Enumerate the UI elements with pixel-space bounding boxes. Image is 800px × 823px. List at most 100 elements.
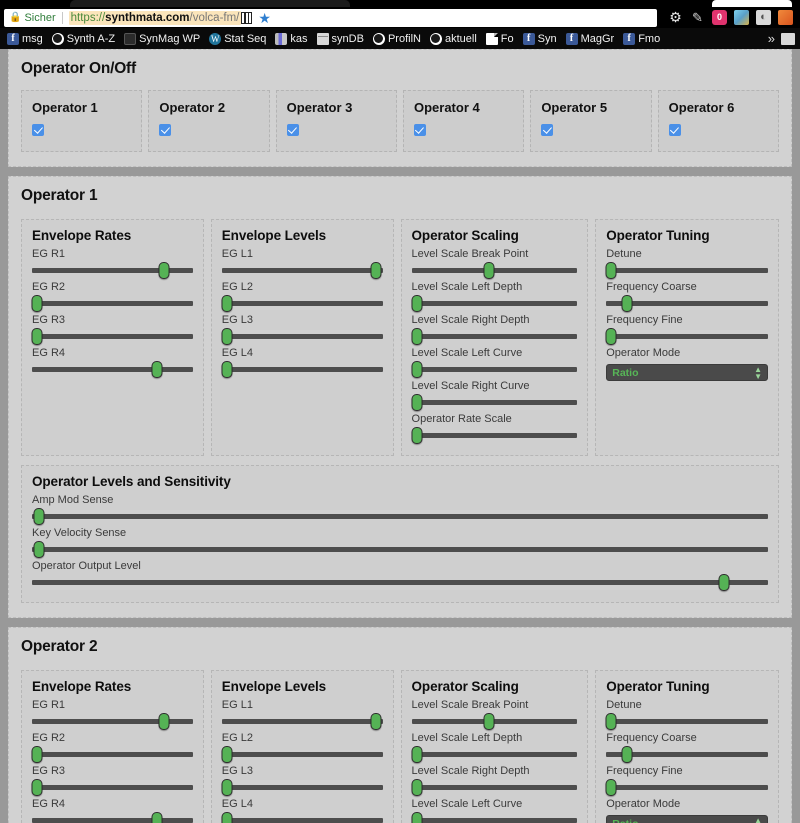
slider-eg-l2[interactable] (221, 746, 383, 763)
slider-thumb[interactable] (621, 746, 633, 763)
operator-toggle-4[interactable]: Operator 4 (402, 90, 525, 152)
slider-eg-l2[interactable] (221, 295, 383, 312)
slider-thumb[interactable] (605, 262, 617, 279)
operator-1-checkbox[interactable] (32, 124, 44, 136)
operator-toggle-2[interactable]: Operator 2 (148, 90, 270, 152)
url-text[interactable]: https://synthmata.com/volca-fm/ (68, 10, 242, 25)
slider-level-scale-left-depth[interactable] (411, 746, 578, 763)
pocket-icon[interactable]: 0 (712, 10, 727, 25)
slider-frequency-fine[interactable] (605, 328, 768, 345)
slider-thumb[interactable] (621, 295, 633, 312)
slider-operator-rate-scale[interactable] (411, 427, 578, 444)
slider-thumb[interactable] (151, 361, 163, 378)
slider-level-scale-right-depth[interactable] (411, 779, 578, 796)
slider-thumb[interactable] (718, 574, 730, 591)
slider-level-scale-right-depth[interactable] (411, 328, 578, 345)
slider-level-scale-right-curve[interactable] (411, 394, 578, 411)
slider-thumb[interactable] (411, 361, 422, 378)
slider-thumb[interactable] (411, 779, 422, 796)
slider-eg-r1[interactable] (32, 713, 193, 730)
slider-thumb[interactable] (31, 746, 43, 763)
rss-icon[interactable]: ◐ (756, 10, 771, 25)
browser-tab-active[interactable] (70, 0, 350, 7)
bookmark-item[interactable]: f MagGr (562, 32, 619, 46)
operator-5-checkbox[interactable] (541, 124, 554, 136)
slider-eg-r3[interactable] (31, 328, 193, 345)
slider-thumb[interactable] (370, 713, 382, 730)
slider-frequency-coarse[interactable] (606, 295, 768, 312)
slider-thumb[interactable] (605, 328, 617, 345)
slider-thumb[interactable] (221, 295, 233, 312)
gear-icon[interactable]: ⚙ (668, 10, 683, 25)
bookmark-item[interactable]: f Fmo (619, 32, 664, 46)
slider-eg-l1[interactable] (221, 713, 383, 730)
operator-toggle-3[interactable]: Operator 3 (275, 90, 397, 152)
slider-thumb[interactable] (605, 713, 617, 730)
operator-3-checkbox[interactable] (286, 124, 299, 136)
operator-4-checkbox[interactable] (413, 124, 426, 136)
slider-thumb[interactable] (221, 779, 233, 796)
slider-thumb[interactable] (411, 746, 422, 763)
slider-thumb[interactable] (483, 262, 495, 279)
slider-eg-l4[interactable] (221, 812, 383, 823)
address-bar[interactable]: 🔒 Sicher https://synthmata.com/volca-fm/… (4, 8, 657, 27)
slider-eg-r2[interactable] (31, 295, 193, 312)
slider-eg-r4[interactable] (32, 812, 193, 823)
slider-thumb[interactable] (31, 295, 43, 312)
slider-level-scale-break-point[interactable] (411, 713, 578, 730)
slider-level-scale-left-curve[interactable] (411, 361, 578, 378)
slider-frequency-coarse[interactable] (606, 746, 768, 763)
bookmark-item[interactable]: ProfilN (369, 32, 425, 46)
bookmark-star-icon[interactable]: ★ (258, 11, 271, 25)
slider-eg-l4[interactable] (221, 361, 383, 378)
bookmark-item[interactable]: f msg (3, 32, 47, 46)
slider-thumb[interactable] (158, 262, 170, 279)
orange-icon[interactable] (778, 10, 793, 25)
slider-thumb[interactable] (31, 779, 43, 796)
slider-eg-l3[interactable] (221, 328, 383, 345)
operator-toggle-1[interactable]: Operator 1 (21, 90, 143, 152)
image-icon[interactable] (734, 10, 749, 25)
slider-eg-r3[interactable] (31, 779, 193, 796)
slider-thumb[interactable] (221, 361, 233, 378)
browser-tab-inactive[interactable] (712, 0, 792, 7)
slider-thumb[interactable] (221, 328, 233, 345)
slider-amp-mod-sense[interactable] (32, 508, 768, 525)
slider-eg-l1[interactable] (221, 262, 383, 279)
bookmarks-overflow-icon[interactable]: » (763, 31, 780, 46)
slider-thumb[interactable] (483, 713, 495, 730)
slider-thumb[interactable] (33, 508, 45, 525)
pen-icon[interactable]: ✎ (690, 10, 705, 25)
slider-thumb[interactable] (411, 328, 422, 345)
bookmark-item[interactable]: Synth A-Z (48, 32, 119, 46)
operator-2-checkbox[interactable] (159, 124, 172, 136)
slider-level-scale-left-curve[interactable] (411, 812, 578, 823)
slider-thumb[interactable] (411, 427, 422, 444)
slider-thumb[interactable] (33, 541, 45, 558)
bookmark-item[interactable]: W Stat Seq (205, 32, 270, 46)
other-bookmarks-folder-icon[interactable] (781, 32, 795, 45)
bookmark-item[interactable]: kas (271, 32, 311, 46)
slider-thumb[interactable] (221, 746, 233, 763)
slider-level-scale-break-point[interactable] (411, 262, 578, 279)
bookmark-item[interactable]: aktuell (426, 32, 481, 46)
operator-6-checkbox[interactable] (668, 124, 681, 136)
slider-thumb[interactable] (605, 779, 617, 796)
operator-mode-select[interactable]: Ratio ▲▼ (606, 815, 768, 823)
slider-thumb[interactable] (151, 812, 163, 823)
operator-mode-select[interactable]: Ratio ▲▼ (606, 364, 768, 381)
slider-thumb[interactable] (158, 713, 170, 730)
bookmark-item[interactable]: f Syn (519, 32, 561, 46)
slider-eg-l3[interactable] (221, 779, 383, 796)
slider-thumb[interactable] (370, 262, 382, 279)
bookmark-item[interactable]: SynMag WP (120, 32, 204, 46)
slider-eg-r4[interactable] (32, 361, 193, 378)
slider-thumb[interactable] (221, 812, 233, 823)
slider-thumb[interactable] (411, 394, 422, 411)
slider-eg-r1[interactable] (32, 262, 193, 279)
slider-detune[interactable] (605, 262, 768, 279)
slider-thumb[interactable] (411, 295, 422, 312)
slider-level-scale-left-depth[interactable] (411, 295, 578, 312)
operator-toggle-6[interactable]: Operator 6 (657, 90, 779, 152)
slider-thumb[interactable] (411, 812, 422, 823)
